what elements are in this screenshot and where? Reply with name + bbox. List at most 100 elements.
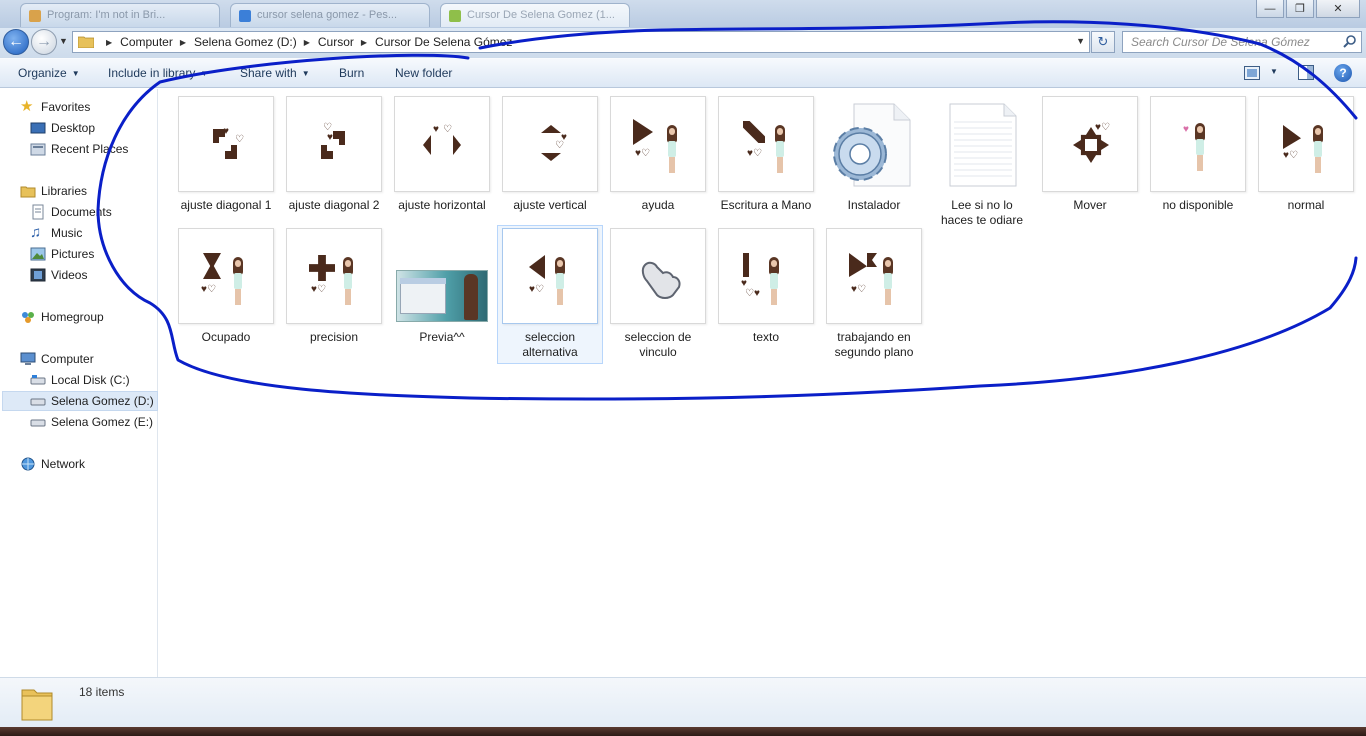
nav-label: Favorites [41,100,91,114]
file-escritura-a-mano[interactable]: ♥♡ Escritura a Mano [716,96,816,213]
videos-icon [30,268,46,282]
file-ajuste-diagonal-1[interactable]: ♥ ♡ ajuste diagonal 1 [176,96,276,213]
nav-network[interactable]: Network [20,454,85,474]
maximize-button[interactable]: ❐ [1286,0,1314,18]
nav-label: Recent Places [51,142,129,156]
breadcrumb-current-folder[interactable]: Cursor De Selena Gómez [375,35,512,49]
breadcrumb-separator[interactable]: ▶ [180,38,186,47]
nav-label: Homegroup [41,310,104,324]
homegroup-icon [22,312,34,323]
share-with-button[interactable]: Share with ▼ [240,66,310,80]
recent-pages-button[interactable]: ▼ [59,36,68,46]
new-folder-button[interactable]: New folder [395,66,452,80]
tab-label: Program: I'm not in Bri... [47,9,166,21]
file-normal[interactable]: ♥♡ normal [1256,96,1356,213]
file-previa[interactable]: Previa^^ [392,228,492,345]
back-button[interactable]: ← [3,29,29,55]
preview-pane-button[interactable] [1298,65,1314,80]
image-thumbnail [394,228,490,324]
file-name: trabajando en segundo plano [834,330,914,359]
taskbar-tab-1[interactable]: Program: I'm not in Bri... [20,3,220,27]
file-name: seleccion de vinculo [624,330,692,359]
file-mover[interactable]: ♥♡ Mover [1040,96,1140,213]
breadcrumb-separator[interactable]: ▶ [106,38,112,47]
include-in-library-button[interactable]: Include in library ▼ [108,66,208,80]
nav-selena-gomez-d[interactable]: Selena Gomez (D:) [2,391,158,411]
refresh-button[interactable]: ↻ [1091,31,1115,53]
help-button[interactable]: ? [1334,64,1352,82]
search-icon[interactable] [1343,34,1357,48]
nav-local-disk-c[interactable]: Local Disk (C:) [30,370,130,390]
nav-pictures[interactable]: Pictures [30,244,94,264]
nav-label: Videos [51,268,88,282]
cursor-thumbnail: ♥♡ [502,228,598,324]
chevron-down-icon: ▼ [71,69,80,78]
file-ocupado[interactable]: ♥♡ Ocupado [176,228,276,345]
cursor-thumbnail: ♥♡ [286,228,382,324]
nav-selena-gomez-e[interactable]: Selena Gomez (E:) [30,412,153,432]
search-placeholder: Search Cursor De Selena Gómez [1131,35,1310,49]
folder-icon [21,689,53,721]
file-ajuste-horizontal[interactable]: ♥ ♡ ajuste horizontal [392,96,492,213]
cursor-thumbnail: ♥ [1150,96,1246,192]
arrow-right-icon: → [36,33,52,50]
nav-computer[interactable]: Computer [20,349,94,369]
address-dropdown-button[interactable]: ▼ [1076,36,1085,46]
nav-label: Local Disk (C:) [51,373,130,387]
breadcrumb-drive[interactable]: Selena Gomez (D:) [194,35,297,49]
file-ajuste-vertical[interactable]: ♥ ♡ ajuste vertical [500,96,600,213]
folder-icon [78,36,94,48]
organize-button[interactable]: Organize ▼ [18,66,80,80]
file-seleccion-alternativa[interactable]: ♥♡ seleccion alternativa [497,225,603,364]
nav-documents[interactable]: Documents [30,202,112,222]
file-seleccion-de-vinculo[interactable]: seleccion de vinculo [608,228,708,360]
file-name: Escritura a Mano [720,198,812,212]
taskbar-tab-3[interactable]: Cursor De Selena Gomez (1... [440,3,630,27]
command-bar: Organize ▼ Include in library ▼ Share with… [0,58,1366,88]
breadcrumb-cursor[interactable]: Cursor [318,35,354,49]
file-precision[interactable]: ♥♡ precision [284,228,384,345]
breadcrumb-separator[interactable]: ▶ [304,38,310,47]
file-trabajando-en-segundo-plano[interactable]: ♥♡ trabajando en segundo plano [824,228,924,360]
minimize-button[interactable]: — [1256,0,1284,18]
nav-desktop[interactable]: Desktop [30,118,95,138]
file-name: Previa^^ [419,330,465,344]
file-name: normal [1287,198,1325,212]
search-input[interactable]: Search Cursor De Selena Gómez [1122,31,1362,53]
nav-favorites[interactable]: ★ Favorites [20,97,90,117]
nav-videos[interactable]: Videos [30,265,87,285]
file-lee-si-no-lo-haces[interactable]: Lee si no lo haces te odiare [932,96,1032,228]
breadcrumb-computer[interactable]: Computer [120,35,173,49]
file-instalador[interactable]: Instalador [824,96,924,213]
breadcrumb-separator[interactable]: ▶ [361,38,367,47]
file-name: precision [309,330,359,344]
burn-button[interactable]: Burn [339,66,364,80]
file-ayuda[interactable]: ♥♡ ayuda [608,96,708,213]
nav-music[interactable]: ♫ Music [30,223,82,243]
file-texto[interactable]: ♥ ♡♥ texto [716,228,816,345]
close-button[interactable]: ✕ [1316,0,1360,18]
address-bar[interactable]: ▶ Computer ▶ Selena Gomez (D:) ▶ Cursor … [72,31,1090,53]
nav-label: Libraries [41,184,88,198]
documents-icon [32,204,44,220]
nav-libraries[interactable]: Libraries [20,181,87,201]
file-name: ayuda [641,198,675,212]
share-with-label: Share with [240,66,297,80]
file-ajuste-diagonal-2[interactable]: ♡ ♥ ajuste diagonal 2 [284,96,384,213]
cursor-thumbnail: ♥♡ [826,228,922,324]
music-icon: ♫ [30,224,42,241]
file-no-disponible[interactable]: ♥ no disponible [1148,96,1248,213]
change-view-icon[interactable] [1244,66,1260,80]
nav-recent-places[interactable]: Recent Places [30,139,128,159]
nav-homegroup[interactable]: Homegroup [20,307,104,327]
recent-places-icon [30,143,46,156]
organize-label: Organize [18,66,67,80]
forward-button[interactable]: → [31,29,57,55]
text-document-icon [949,103,1017,187]
setup-file-thumbnail [826,96,922,192]
taskbar-tab-2[interactable]: cursor selena gomez - Pes... [230,3,430,27]
file-name: Lee si no lo haces te odiare [940,198,1024,227]
cursor-thumbnail [610,228,706,324]
file-name: no disponible [1162,198,1234,212]
view-options-button[interactable]: ▼ [1270,67,1278,76]
